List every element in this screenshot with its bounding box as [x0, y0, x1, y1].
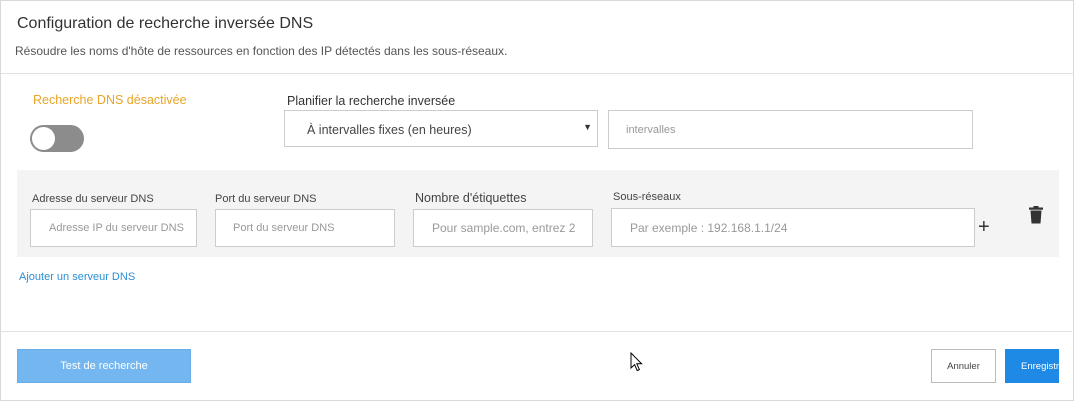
cancel-button[interactable]: Annuler	[931, 349, 996, 383]
schedule-label: Planifier la recherche inversée	[287, 94, 456, 108]
add-subnet-icon[interactable]: +	[978, 217, 990, 237]
dns-lookup-toggle[interactable]	[30, 125, 84, 152]
footer-divider	[0, 331, 1072, 332]
labels-count-input[interactable]	[413, 209, 593, 247]
test-lookup-button[interactable]: Test de recherche	[17, 349, 191, 383]
subnets-label: Sous-réseaux	[613, 191, 681, 203]
dns-port-label: Port du serveur DNS	[215, 193, 317, 205]
caret-down-icon: ▼	[583, 122, 592, 132]
dns-address-label: Adresse du serveur DNS	[32, 193, 154, 205]
schedule-select[interactable]: À intervalles fixes (en heures) ▼	[284, 110, 598, 147]
dns-port-input[interactable]	[215, 209, 395, 247]
dns-address-input[interactable]	[30, 209, 197, 247]
dns-status-label: Recherche DNS désactivée	[33, 93, 187, 107]
toggle-knob	[32, 127, 55, 150]
mouse-cursor-icon	[630, 352, 643, 372]
page-title: Configuration de recherche inversée DNS	[17, 15, 314, 32]
add-dns-server-link[interactable]: Ajouter un serveur DNS	[19, 271, 135, 283]
save-button[interactable]: Enregistrer	[1005, 349, 1059, 383]
schedule-selected-value: À intervalles fixes (en heures)	[307, 123, 472, 137]
page-subtitle: Résoudre les noms d'hôte de ressources e…	[15, 44, 508, 58]
trash-icon[interactable]	[1029, 206, 1043, 224]
labels-count-label: Nombre d'étiquettes	[415, 191, 527, 205]
panel-header: Configuration de recherche inversée DNS …	[1, 1, 1073, 74]
subnets-input[interactable]	[611, 208, 975, 247]
interval-input[interactable]	[608, 110, 973, 149]
